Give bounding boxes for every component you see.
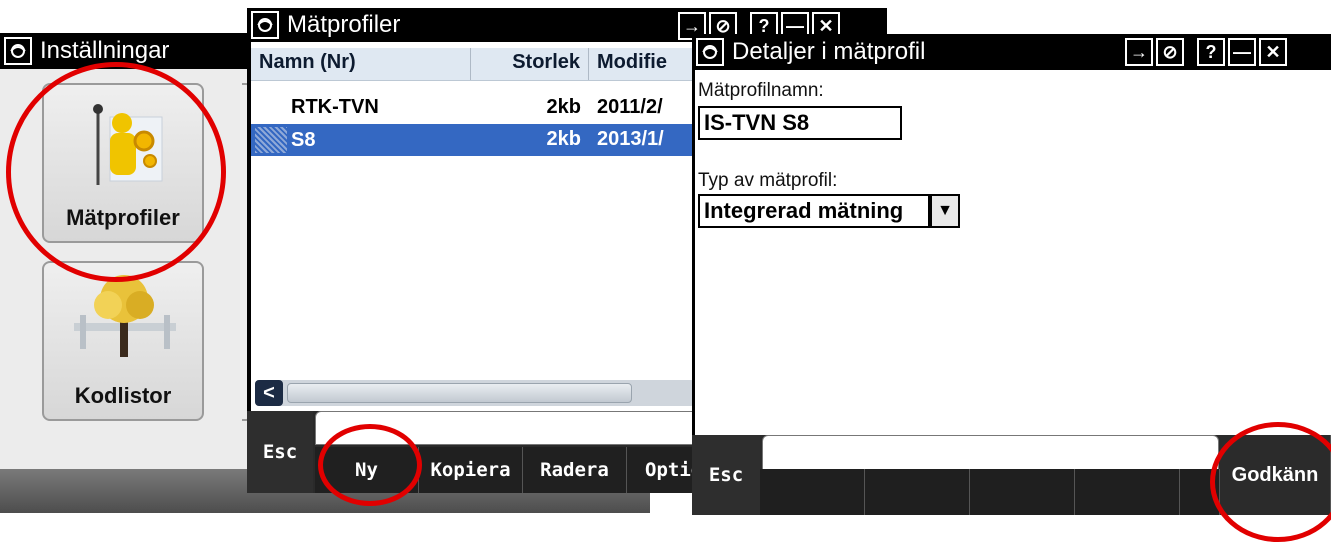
switch-app-icon[interactable]: → [1125, 38, 1153, 66]
app-logo-icon [696, 38, 724, 66]
esc-button[interactable]: Esc [692, 435, 760, 515]
details-titlebar: Detaljer i mätprofil → ⊘ ? — ✕ [692, 34, 1331, 70]
tile-kodlistor[interactable]: Kodlistor [42, 261, 204, 421]
row-modified: 2013/1/ [597, 128, 664, 150]
accept-button[interactable]: Godkänn [1220, 435, 1331, 515]
app-logo-icon [4, 37, 32, 65]
profile-type-label: Typ av mätprofil: [698, 170, 838, 191]
details-titlebar-buttons: → ⊘ ? — ✕ [1122, 38, 1287, 66]
tile-label: Mätprofiler [66, 205, 180, 230]
row-modified: 2011/2/ [597, 96, 663, 118]
row-name: RTK-TVN [291, 96, 379, 118]
profile-name-label: Mätprofilnamn: [698, 80, 824, 101]
code-list-tree-icon [70, 271, 180, 366]
softkey-empty-1 [760, 469, 865, 515]
profile-type-select[interactable]: Integrerad mätning [698, 194, 930, 228]
settings-title: Inställningar [40, 37, 170, 64]
details-softkey-bar: Esc Godkänn [692, 435, 1331, 515]
softkey-empty-3 [970, 469, 1075, 515]
chevron-down-icon[interactable]: ▼ [930, 194, 960, 228]
row-name-cell: S8 [251, 124, 471, 156]
scroll-left-icon[interactable]: < [255, 380, 283, 406]
column-size-header[interactable]: Storlek [471, 48, 589, 80]
horizontal-scrollbar[interactable]: < [255, 380, 695, 406]
scroll-thumb[interactable] [287, 383, 632, 403]
copy-button[interactable]: Kopiera [419, 447, 523, 493]
tile-label: Kodlistor [74, 383, 172, 408]
details-window: Detaljer i mätprofil → ⊘ ? — ✕ Mätprofil… [692, 34, 1331, 515]
minimize-icon[interactable]: — [1228, 38, 1256, 66]
tile-matprofiler[interactable]: Mätprofiler [42, 83, 204, 243]
softkey-empty-4 [1075, 469, 1180, 515]
delete-button[interactable]: Radera [523, 447, 627, 493]
new-button[interactable]: Ny [315, 447, 419, 493]
row-size: 2kb [546, 96, 581, 118]
profiles-title: Mätprofiler [287, 11, 401, 38]
row-name: S8 [291, 128, 316, 151]
close-icon[interactable]: ✕ [1259, 38, 1287, 66]
softkey-empty-2 [865, 469, 970, 515]
details-title: Detaljer i mätprofil [732, 38, 926, 65]
softkey-empty-5 [1180, 469, 1220, 515]
status-message-field [762, 435, 1219, 471]
profile-name-field[interactable]: IS-TVN S8 [698, 106, 902, 140]
column-modified-header[interactable]: Modifie [589, 48, 709, 80]
survey-profile-icon [80, 99, 170, 194]
column-name-header[interactable]: Namn (Nr) [251, 48, 471, 80]
stop-icon[interactable]: ⊘ [1156, 38, 1184, 66]
app-logo-icon [251, 11, 279, 39]
selection-marker [255, 127, 287, 153]
esc-button[interactable]: Esc [247, 411, 313, 493]
row-size: 2kb [546, 128, 581, 150]
help-icon[interactable]: ? [1197, 38, 1225, 66]
